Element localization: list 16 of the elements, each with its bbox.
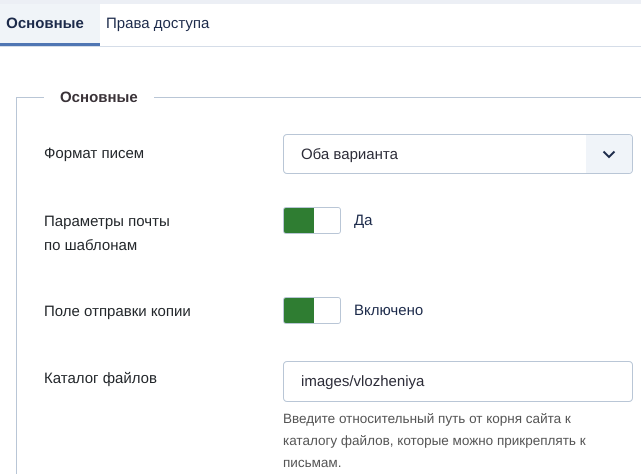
switch-state-text: Да [354,212,373,229]
switch-knob[interactable] [284,208,314,233]
fieldset-legend: Основные [44,89,154,106]
field-label: Формат писем [44,144,146,164]
tab[interactable]: Основные [0,4,100,46]
help-text: Введите относительный путь от корня сайта к каталогу файлов, которые можно прикреплять к письмам. [283,410,587,472]
input-field[interactable]: images/vlozheniya [283,361,633,402]
field-label: Параметры почты по шаблонам [44,212,171,256]
chevron-down-icon [602,150,616,158]
switch-knob[interactable] [284,298,314,323]
field-label: Поле отправки копии [44,302,192,322]
toggle-switch[interactable] [283,297,341,324]
select-field[interactable]: Оба варианта [283,134,633,174]
toggle-switch[interactable] [283,207,341,234]
switch-state-text: Включено [354,302,424,319]
field-label: Каталог файлов [44,369,158,389]
